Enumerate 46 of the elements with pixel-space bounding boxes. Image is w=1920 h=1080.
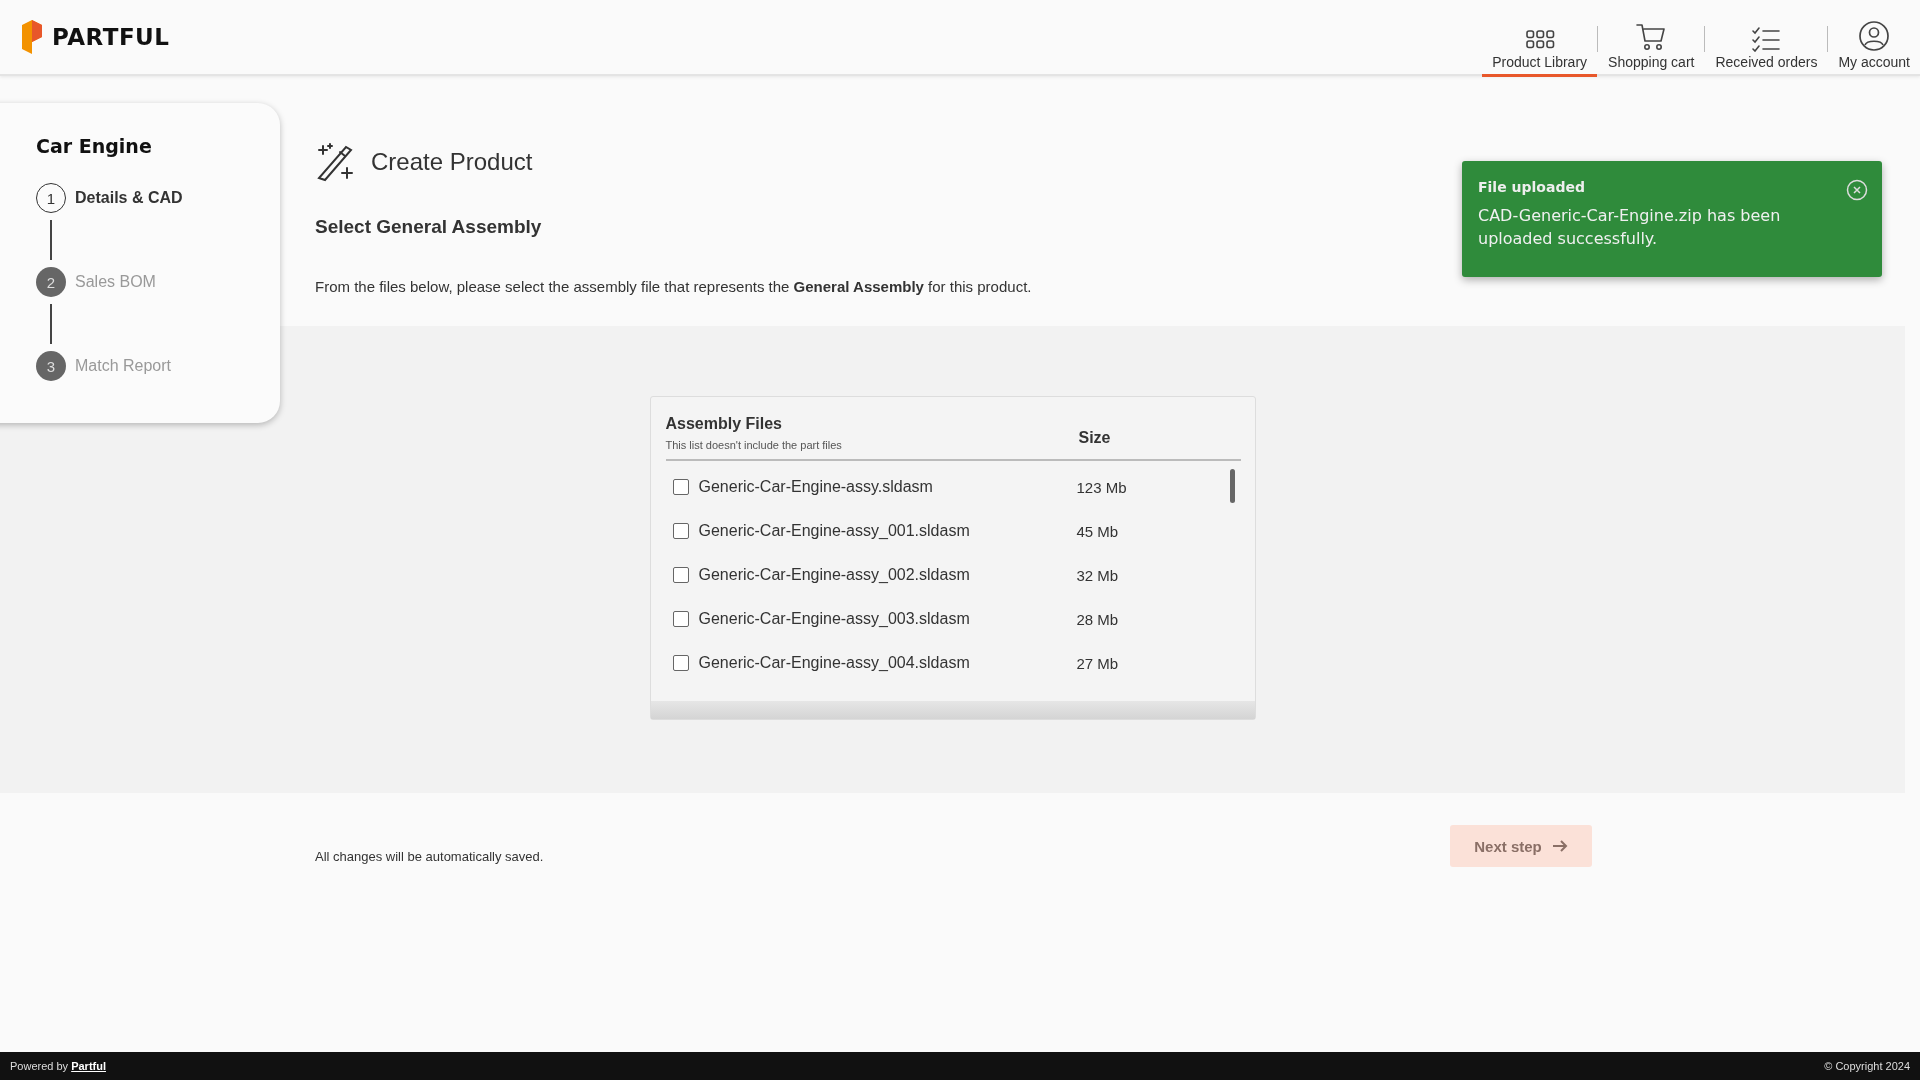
step-label: Match Report [75,357,172,375]
file-size: 27 Mb [1076,654,1119,672]
close-icon[interactable] [1846,179,1868,201]
checklist-icon [1750,26,1783,52]
autosave-note: All changes will be automatically saved. [315,849,544,864]
section-heading: Select General Assembly [315,216,542,238]
partful-link[interactable]: Partful [71,1060,106,1072]
checkbox[interactable] [672,479,689,495]
step-number: 3 [36,351,66,381]
list-note: This list doesn't include the part files [665,439,842,451]
checkbox[interactable] [672,567,689,583]
step-label: Details & CAD [75,189,183,207]
nav-item[interactable]: My account [1828,0,1920,77]
checkbox[interactable] [672,655,689,671]
copyright-text: © Copyright 2024 [1824,1060,1910,1072]
checkbox[interactable] [672,523,689,539]
cart-icon [1635,22,1668,52]
user-icon [1858,20,1891,52]
scrollbar-thumb[interactable] [1229,469,1235,503]
step-label: Sales BOM [75,273,156,291]
file-size: 45 Mb [1076,522,1119,540]
file-name: Generic-Car-Engine-assy_004.sldasm [698,654,971,672]
toast-title: File uploaded [1478,179,1585,195]
file-name: Generic-Car-Engine-assy_003.sldasm [698,610,971,628]
product-name: Car Engine [36,135,153,157]
logo-icon [20,19,44,55]
file-size: 28 Mb [1076,610,1119,628]
file-size: 32 Mb [1076,566,1119,584]
logo-text: PARTFUL [52,24,170,50]
toast-message: CAD-Generic-Car-Engine.zip has been uploaded successfully. [1478,205,1782,250]
nav-item[interactable]: Shopping cart [1598,0,1705,77]
arrow-icon [1551,839,1568,853]
checkbox[interactable] [672,611,689,627]
instruction-text: From the files below, please select the assembly file that represents the General Assembly for this product. [315,278,1032,295]
nav-item[interactable]: Received orders [1705,0,1828,77]
step-number: 2 [36,267,66,297]
file-name: Generic-Car-Engine-assy.sldasm [698,478,934,496]
list-title: Assembly Files [665,415,783,433]
nav-item[interactable]: Product Library [1482,0,1598,77]
magic-wand-icon [315,142,355,182]
file-size: 123 Mb [1076,478,1127,496]
powered-by-text: Powered by Partful [10,1060,106,1072]
file-name: Generic-Car-Engine-assy_001.sldasm [698,522,971,540]
page-title: Create Product [371,148,533,176]
column-header: Size [1078,429,1112,447]
file-name: Generic-Car-Engine-assy_002.sldasm [698,566,971,584]
